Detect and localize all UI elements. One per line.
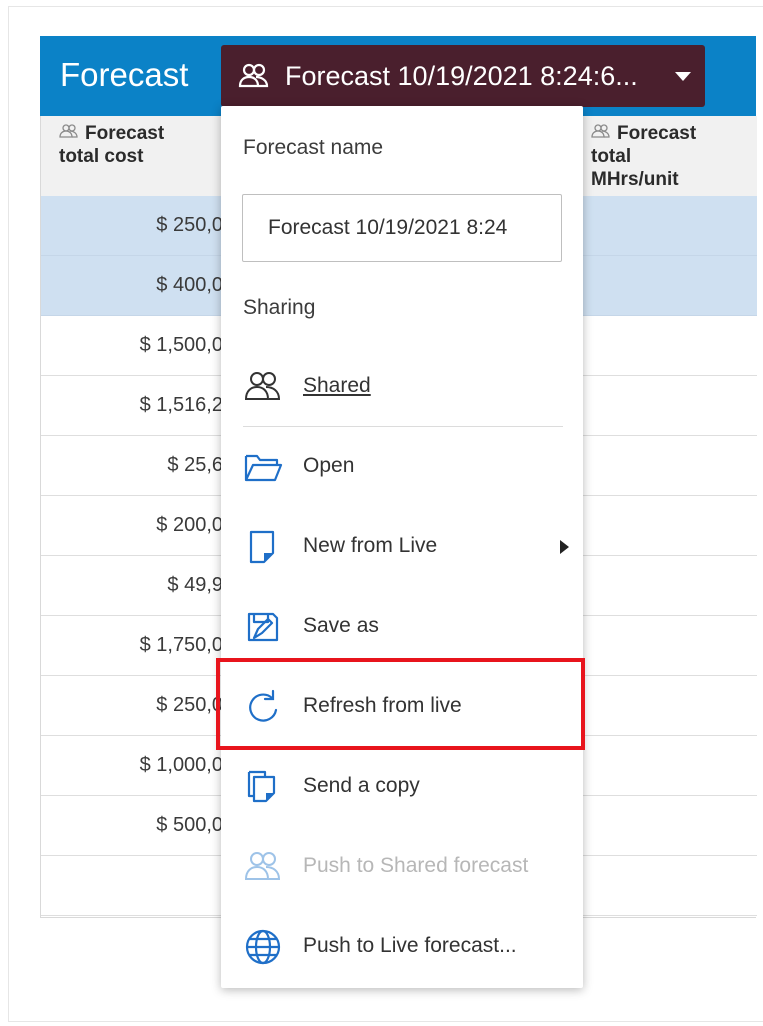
people-icon [238, 63, 269, 88]
menu-item-save-as[interactable]: Save as [221, 596, 583, 656]
people-icon [244, 372, 281, 400]
total-cost-cell: $ 250,0 [156, 214, 223, 236]
people-icon [59, 124, 78, 138]
menu-item-label: Send a copy [303, 774, 420, 797]
total-cost-cell: $ 25,6 [167, 454, 223, 476]
refresh-icon [249, 689, 278, 722]
menu-item-push-to-shared[interactable]: Push to Shared forecast [221, 836, 583, 896]
forecast-selector-dropdown[interactable]: Forecast 10/19/2021 8:24:6... [221, 45, 705, 107]
menu-item-send-a-copy[interactable]: Send a copy [221, 756, 583, 816]
menu-item-open[interactable]: Open [221, 436, 583, 496]
new-document-icon [249, 530, 275, 564]
forecast-header: Forecast Forecast 10/19/2021 8:24:6... [40, 36, 756, 116]
menu-item-label: New from Live [303, 534, 438, 557]
column-header-line3: MHrs/unit [591, 169, 679, 190]
forecast-name-label: Forecast name [243, 136, 384, 159]
total-cost-cell: $ 200,0 [156, 514, 223, 536]
column-header-line2: total [591, 146, 632, 167]
people-icon [591, 124, 610, 138]
people-icon [244, 852, 281, 880]
menu-divider [243, 426, 563, 427]
menu-item-refresh-from-live[interactable]: Refresh from live [221, 676, 583, 736]
forecast-name-field[interactable] [242, 194, 562, 262]
forecast-name-input[interactable] [243, 195, 561, 261]
menu-item-push-to-live[interactable]: Push to Live forecast... [221, 916, 583, 976]
forecast-dropdown-menu: Forecast name Sharing Shared Open [221, 106, 583, 988]
menu-item-new-from-live[interactable]: New from Live [221, 516, 583, 576]
total-cost-cell: $ 1,000,0 [139, 754, 223, 776]
total-cost-cell: $ 500,0 [156, 814, 223, 836]
menu-item-label: Push to Shared forecast [303, 854, 529, 877]
folder-open-icon [244, 454, 283, 482]
menu-item-label: Open [303, 454, 355, 477]
menu-item-label: Shared [303, 374, 371, 397]
column-header-line2: total cost [59, 146, 144, 167]
total-cost-cell: $ 250,0 [156, 694, 223, 716]
total-cost-cell: $ 1,500,0 [139, 334, 223, 356]
menu-item-label: Push to Live forecast... [303, 934, 517, 957]
caret-down-icon [675, 72, 691, 81]
menu-item-label: Refresh from live [303, 694, 462, 717]
column-header-line1: Forecast [617, 123, 697, 144]
column-header-mhrs-unit[interactable]: Forecast total MHrs/unit [591, 122, 751, 191]
page-title: Forecast [60, 56, 189, 93]
total-cost-cell: $ 400,0 [156, 274, 223, 296]
save-as-icon [247, 612, 279, 642]
total-cost-cell: $ 1,750,0 [139, 634, 223, 656]
column-header-total-cost[interactable]: Forecast total cost [59, 122, 219, 168]
submenu-arrow-icon [560, 540, 569, 554]
total-cost-cell: $ 1,516,2 [139, 394, 223, 416]
sharing-label: Sharing [243, 296, 316, 319]
menu-item-shared[interactable]: Shared [221, 356, 583, 416]
forecast-selector-label: Forecast 10/19/2021 8:24:6... [285, 60, 638, 91]
total-cost-cell: $ 49,9 [167, 574, 223, 596]
menu-item-label: Save as [303, 614, 379, 637]
copy-icon [247, 770, 276, 803]
column-header-line1: Forecast [85, 123, 165, 144]
globe-icon [245, 929, 281, 965]
